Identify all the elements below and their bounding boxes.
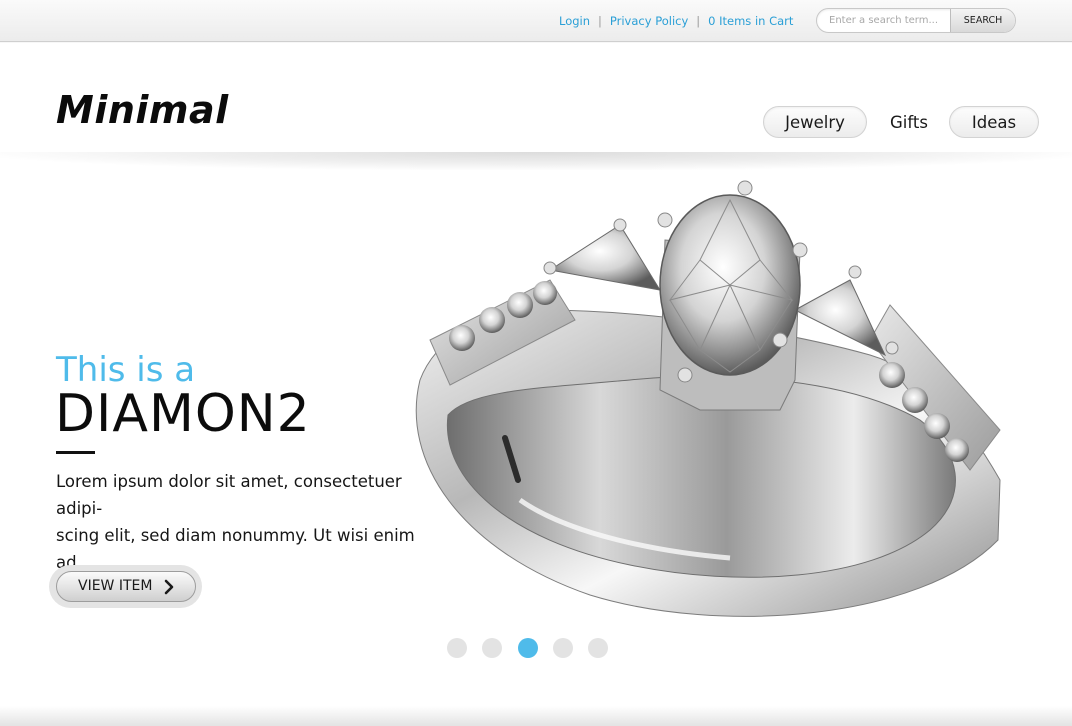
nav-item-gifts[interactable]: Gifts xyxy=(878,106,940,138)
hero-description-line: Lorem ipsum dolor sit amet, consectetuer… xyxy=(56,472,402,518)
search-input[interactable] xyxy=(817,9,951,32)
cart-link[interactable]: 0 Items in Cart xyxy=(708,14,793,28)
carousel-dot-active[interactable] xyxy=(518,638,538,658)
carousel-dot[interactable] xyxy=(482,638,502,658)
header-divider xyxy=(0,152,1072,170)
chevron-right-icon xyxy=(164,579,174,595)
site-logo[interactable]: Minimal xyxy=(56,88,229,132)
search-button[interactable]: SEARCH xyxy=(950,9,1015,32)
title-underline xyxy=(56,451,95,454)
link-separator: | xyxy=(598,14,602,28)
login-link[interactable]: Login xyxy=(559,14,590,28)
footer-divider xyxy=(0,706,1072,726)
privacy-policy-link[interactable]: Privacy Policy xyxy=(610,14,688,28)
utility-links: Login | Privacy Policy | 0 Items in Cart xyxy=(559,14,793,28)
view-item-button[interactable]: VIEW ITEM xyxy=(56,571,196,602)
view-item-label: VIEW ITEM xyxy=(78,578,153,594)
nav-item-ideas[interactable]: Ideas xyxy=(949,106,1039,138)
hero-title: DIAMON2 xyxy=(55,384,311,444)
diamond-ring-image xyxy=(415,180,1001,617)
link-separator: | xyxy=(696,14,701,28)
carousel-dot[interactable] xyxy=(553,638,573,658)
carousel-dot[interactable] xyxy=(588,638,608,658)
nav-item-jewelry[interactable]: Jewelry xyxy=(763,106,867,138)
search-box: SEARCH xyxy=(816,8,1016,33)
carousel-dot[interactable] xyxy=(447,638,467,658)
